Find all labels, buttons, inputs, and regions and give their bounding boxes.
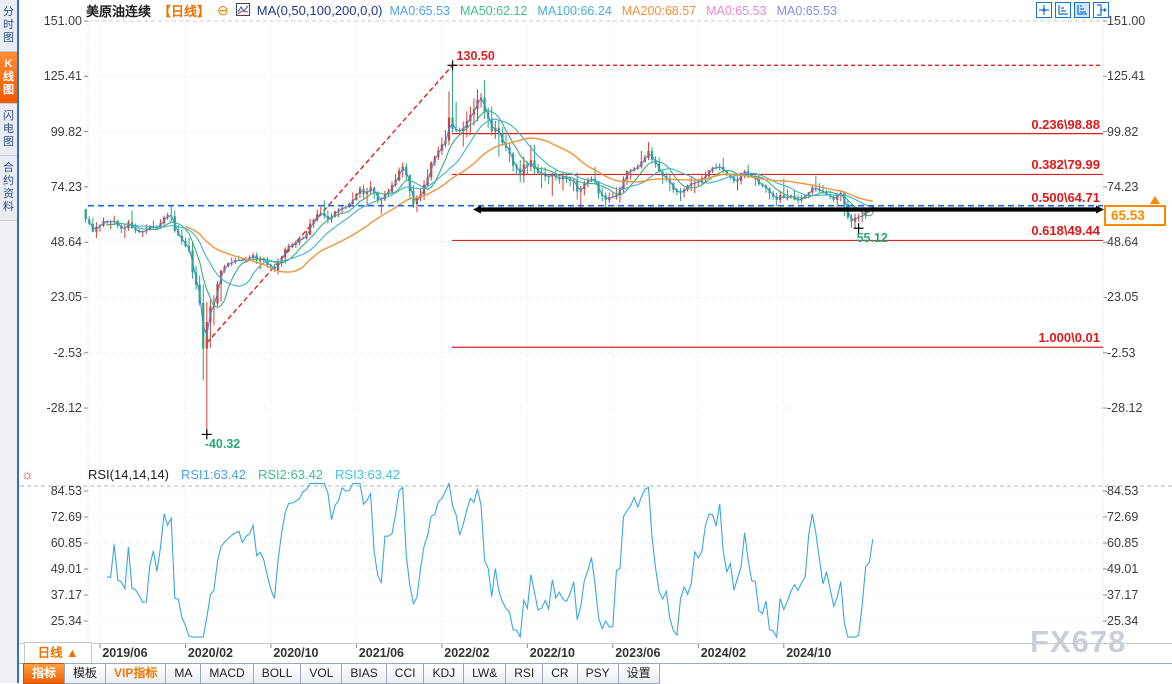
ma-formula: MA(0,50,100,200,0,0)	[256, 3, 383, 18]
toolbar-button-CCI[interactable]: CCI	[385, 663, 425, 684]
toolbar-button-MACD[interactable]: MACD	[200, 663, 254, 684]
last-price-value: 65.53	[1111, 208, 1145, 223]
sidebar-tab-time-chart[interactable]: 分时图	[0, 0, 17, 52]
toolbar-button-指标[interactable]: 指标	[23, 663, 66, 684]
indicator-chart-icon	[235, 2, 250, 19]
ma-value-2: MA100:66.24	[537, 3, 612, 18]
ma-value-1: MA50:62.12	[459, 3, 528, 18]
toolbar-button-CR[interactable]: CR	[542, 663, 578, 684]
rsi-header: RSI(14,14,14) RSI1:63.42 RSI2:63.42 RSI3:6…	[88, 467, 400, 482]
toolbar-button-模板[interactable]: 模板	[64, 663, 107, 684]
watermark: FX678	[1030, 624, 1127, 659]
period-selector-button[interactable]: 日线 ▲	[24, 642, 92, 664]
toolbar-button-KDJ[interactable]: KDJ	[423, 663, 465, 684]
fit-height-icon[interactable]	[1074, 2, 1090, 18]
toolbar-button-RSI[interactable]: RSI	[505, 663, 544, 684]
period-tag: 【日线】	[158, 4, 211, 19]
ma-value-5: MA0:65.53	[776, 3, 838, 18]
chart-canvas[interactable]	[0, 0, 1172, 683]
sidebar-tab-kline-chart[interactable]: K线图	[0, 52, 17, 104]
chevron-up-icon: ▲	[66, 646, 79, 660]
fit-width-icon[interactable]	[1055, 2, 1071, 18]
ma-value-0: MA0:65.53	[389, 3, 450, 18]
period-label: 日线	[37, 646, 63, 660]
app-root: 分时图 K线图 闪电图 合约资料 美原油连续 【日线】 ⊖ MA(0,50,100,20…	[0, 0, 1172, 684]
toolbar-button-BOLL[interactable]: BOLL	[252, 663, 302, 684]
pan-crosshair-icon[interactable]	[1036, 2, 1052, 18]
indicator-settings-icon[interactable]: ☼	[21, 466, 34, 482]
ma-values: MA0:65.53 MA50:62.12 MA100:66.24 MA200:68.5…	[390, 4, 838, 18]
collapse-icon[interactable]: ⊖	[217, 2, 229, 19]
toolbar-button-LW&[interactable]: LW&	[463, 663, 507, 684]
chart-header: 美原油连续 【日线】 ⊖ MA(0,50,100,200,0,0) MA0:65.…	[86, 2, 837, 19]
toolbar-button-MA[interactable]: MA	[165, 663, 202, 684]
sidebar-tab-flash-chart[interactable]: 闪电图	[0, 104, 17, 156]
rsi-value-3: RSI3:63.42	[335, 467, 401, 482]
indicator-toolbar: 指标 模板 VIP指标 MA MACD BOLL VOL BIAS CCI KDJ LW& RSI CR…	[19, 663, 1172, 684]
last-price-box: 65.53	[1104, 205, 1166, 226]
ma-value-3: MA200:68.57	[621, 3, 697, 18]
symbol-title: 美原油连续	[86, 4, 152, 19]
rsi-values: RSI1:63.42 RSI2:63.42 RSI3:63.42	[181, 467, 400, 482]
sidebar-tab-contract-info[interactable]: 合约资料	[0, 156, 17, 221]
chart-toolbar-icons	[1036, 2, 1109, 18]
toolbar-button-VIP指标[interactable]: VIP指标	[105, 663, 167, 684]
sidebar: 分时图 K线图 闪电图 合约资料	[0, 0, 19, 683]
jump-to-latest-icon[interactable]	[1093, 2, 1109, 18]
toolbar-button-设置[interactable]: 设置	[617, 663, 660, 684]
toolbar-button-BIAS[interactable]: BIAS	[341, 663, 387, 684]
toolbar-button-PSY[interactable]: PSY	[576, 663, 619, 684]
rsi-value-2: RSI2:63.42	[257, 467, 324, 482]
ma-value-4: MA0:65.53	[706, 3, 767, 18]
rsi-formula: RSI(14,14,14)	[88, 467, 169, 482]
rsi-value-1: RSI1:63.42	[180, 467, 246, 482]
price-up-arrow-icon	[1150, 196, 1160, 204]
toolbar-button-VOL[interactable]: VOL	[300, 663, 343, 684]
